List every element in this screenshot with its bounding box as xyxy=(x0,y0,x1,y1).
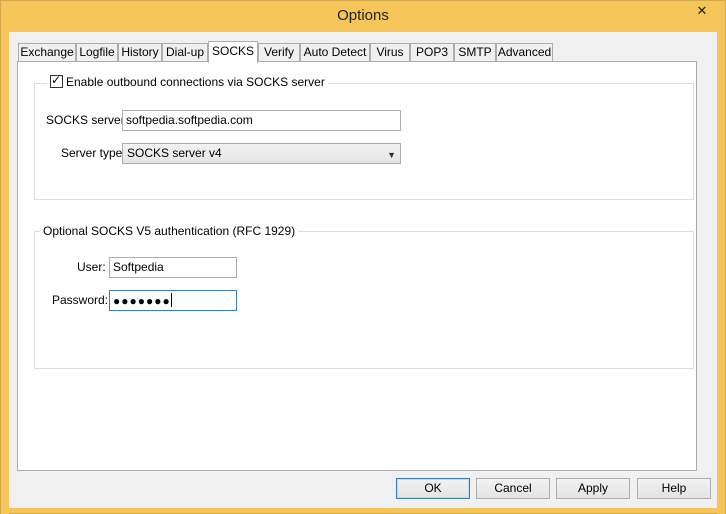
tab-exchange[interactable]: Exchange xyxy=(18,43,76,62)
enable-socks-label: Enable outbound connections via SOCKS se… xyxy=(66,75,325,89)
chevron-down-icon: ▼ xyxy=(387,150,396,160)
close-icon[interactable]: ✕ xyxy=(685,1,719,21)
socks-tab-panel: ✓ Enable outbound connections via SOCKS s… xyxy=(17,61,697,471)
tab-history[interactable]: History xyxy=(118,43,162,62)
tab-socks[interactable]: SOCKS xyxy=(208,41,258,63)
server-type-select[interactable]: SOCKS server v4 ▼ xyxy=(122,143,401,164)
enable-socks-option[interactable]: ✓ Enable outbound connections via SOCKS s… xyxy=(47,73,328,89)
password-label: Password: xyxy=(52,293,109,307)
cancel-button[interactable]: Cancel xyxy=(476,478,550,499)
apply-button[interactable]: Apply xyxy=(556,478,630,499)
tab-dial-up[interactable]: Dial-up xyxy=(162,43,208,62)
tab-verify[interactable]: Verify xyxy=(258,43,300,62)
socks5-auth-group: Optional SOCKS V5 authentication (RFC 19… xyxy=(34,224,694,369)
socks5-auth-legend: Optional SOCKS V5 authentication (RFC 19… xyxy=(40,224,299,238)
window-frame-right xyxy=(717,32,725,514)
socks-server-group: ✓ Enable outbound connections via SOCKS s… xyxy=(34,73,694,200)
server-type-value: SOCKS server v4 xyxy=(127,146,222,160)
tab-auto-detect[interactable]: Auto Detect xyxy=(300,43,370,62)
tab-pop3[interactable]: POP3 xyxy=(410,43,454,62)
socks-server-input[interactable]: softpedia.softpedia.com xyxy=(122,110,401,131)
tab-advanced[interactable]: Advanced xyxy=(496,43,553,62)
server-type-label: Server type: xyxy=(61,146,126,160)
options-window: Options ✕ Exchange Logfile History Dial-… xyxy=(0,0,726,514)
tab-smtp[interactable]: SMTP xyxy=(454,43,496,62)
window-title: Options xyxy=(337,7,389,24)
text-caret xyxy=(170,293,172,307)
tab-virus[interactable]: Virus xyxy=(370,43,410,62)
check-mark-icon: ✓ xyxy=(51,73,62,87)
title-bar[interactable]: Options ✕ xyxy=(1,1,725,32)
window-frame-left xyxy=(1,32,9,514)
password-mask: ●●●●●●● xyxy=(113,294,171,308)
enable-socks-checkbox[interactable]: ✓ xyxy=(50,73,63,88)
user-input[interactable]: Softpedia xyxy=(109,257,237,278)
dialog-client-area: Exchange Logfile History Dial-up SOCKS V… xyxy=(9,32,717,508)
tab-logfile[interactable]: Logfile xyxy=(76,43,118,62)
socks-server-label: SOCKS server: xyxy=(46,113,129,127)
ok-button[interactable]: OK xyxy=(396,478,470,499)
help-button[interactable]: Help xyxy=(637,478,711,499)
password-input[interactable]: ●●●●●●● xyxy=(109,290,237,311)
user-label: User: xyxy=(77,260,106,274)
